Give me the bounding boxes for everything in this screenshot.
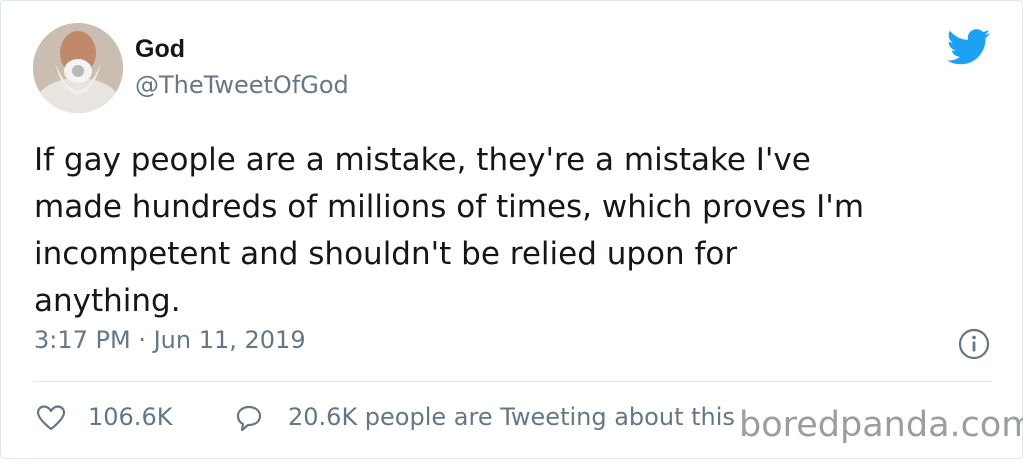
tweet-timestamp[interactable]: 3:17 PM · Jun 11, 2019 [34, 326, 306, 354]
author-handle[interactable]: @TheTweetOfGod [135, 71, 349, 99]
watermark: boredpanda.com [739, 405, 1023, 445]
tweet-text: If gay people are a mistake, they're a m… [34, 142, 865, 319]
info-icon[interactable] [958, 328, 990, 360]
divider [34, 381, 992, 382]
avatar-image [33, 23, 123, 113]
tweet-card: God @TheTweetOfGod If gay people are a m… [0, 0, 1023, 459]
avatar[interactable] [33, 23, 123, 113]
speech-bubble-icon[interactable] [234, 404, 264, 432]
author-name[interactable]: God [135, 35, 185, 64]
heart-icon[interactable] [36, 404, 66, 432]
tweeting-about-link[interactable]: 20.6K people are Tweeting about this [288, 403, 735, 431]
like-count[interactable]: 106.6K [88, 403, 172, 431]
twitter-bird-icon[interactable] [947, 29, 991, 65]
